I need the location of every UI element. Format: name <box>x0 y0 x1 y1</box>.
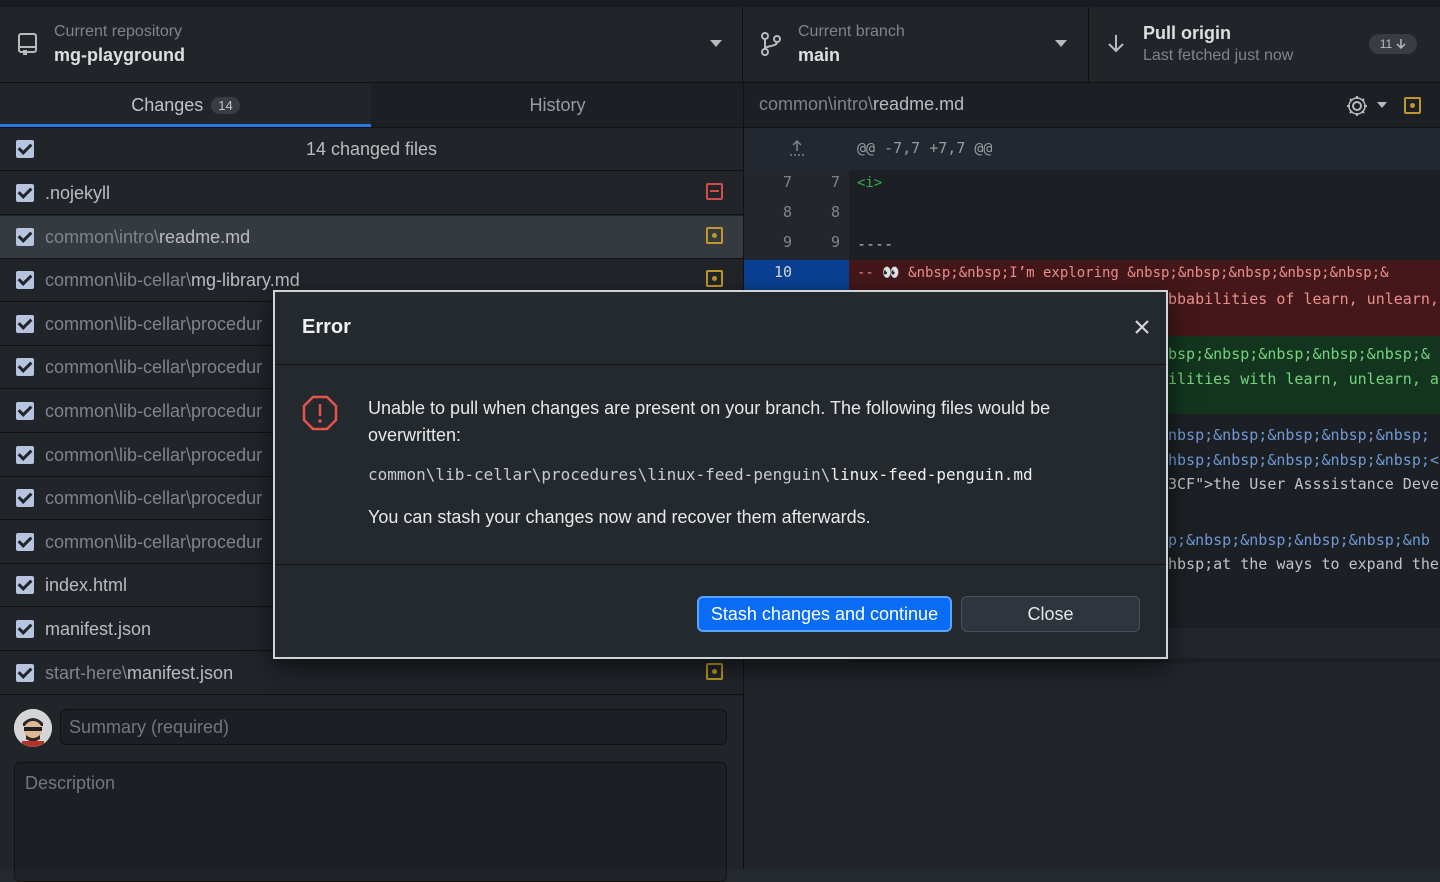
close-icon[interactable] <box>1131 316 1153 338</box>
close-button[interactable]: Close <box>961 596 1140 632</box>
stash-changes-button[interactable]: Stash changes and continue <box>697 596 952 632</box>
conflict-path-file: linux-feed-penguin.md <box>830 465 1033 484</box>
error-stop-icon <box>302 395 338 431</box>
stash-hint: You can stash your changes now and recov… <box>368 507 871 527</box>
dialog-footer: Stash changes and continue Close <box>275 564 1166 658</box>
conflict-file-path: common\lib-cellar\procedures\linux-feed-… <box>368 465 1033 484</box>
dialog-header: Error <box>275 292 1166 365</box>
error-dialog: Error Unable to pull when changes are pr… <box>273 290 1168 659</box>
conflict-path-dir: common\lib-cellar\procedures\linux-feed-… <box>368 465 831 484</box>
error-message: Unable to pull when changes are present … <box>368 398 1051 445</box>
dialog-title: Error <box>302 316 351 338</box>
dialog-body: Unable to pull when changes are present … <box>275 365 1166 563</box>
